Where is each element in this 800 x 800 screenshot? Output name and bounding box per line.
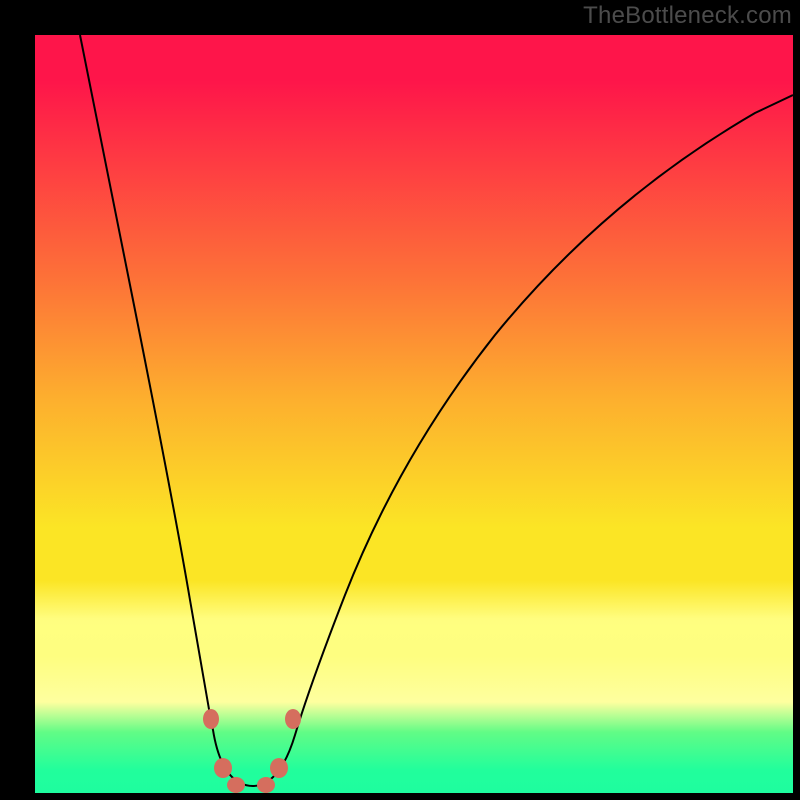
watermark-text: TheBottleneck.com [583,2,792,30]
marker-dot [203,709,219,729]
curve-right-branch [265,95,793,783]
chart-frame: TheBottleneck.com [0,0,800,800]
marker-dot [257,777,275,793]
curve-left-branch [80,35,240,783]
marker-dot [227,777,245,793]
curve-plot [35,35,793,793]
marker-dot [285,709,301,729]
plot-area [35,35,793,793]
marker-dot [270,758,288,778]
marker-dot [214,758,232,778]
